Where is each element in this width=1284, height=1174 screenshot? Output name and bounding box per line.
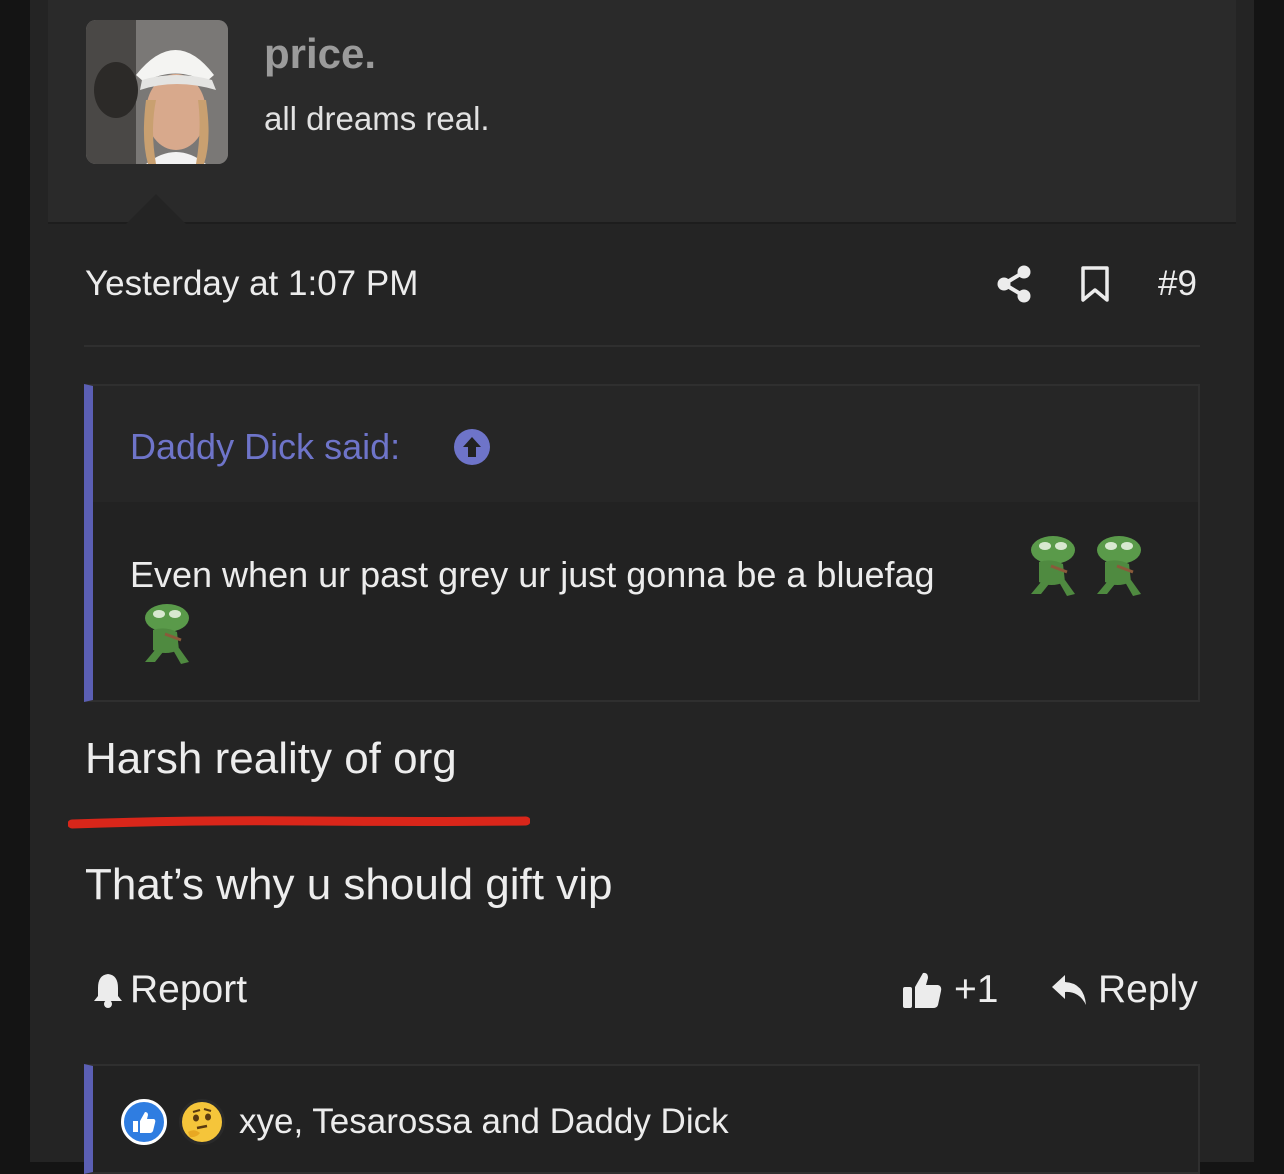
red-underline-annotation	[68, 816, 530, 829]
bookmark-icon[interactable]	[1078, 264, 1112, 304]
like-button[interactable]: +1	[902, 968, 998, 1012]
crying-frog-emoji	[1087, 532, 1147, 598]
post-body-line: Harsh reality of org	[85, 734, 457, 783]
report-label: Report	[130, 968, 248, 1011]
reactions-users[interactable]: xye, Tesarossa and Daddy Dick	[239, 1102, 729, 1142]
reply-button[interactable]: Reply	[1050, 968, 1198, 1012]
like-reaction-icon	[121, 1099, 167, 1145]
divider	[84, 345, 1200, 347]
bell-icon	[92, 972, 124, 1008]
quote-author[interactable]: Daddy Dick said:	[130, 426, 400, 468]
avatar[interactable]	[86, 20, 228, 164]
crying-frog-emoji	[1021, 532, 1081, 598]
post-body-line: That’s why u should gift vip	[85, 860, 613, 909]
author-username[interactable]: price.	[264, 30, 376, 78]
quote-header: Daddy Dick said:	[93, 386, 1198, 502]
share-icon[interactable]	[994, 264, 1034, 304]
report-button[interactable]: Report	[92, 968, 247, 1012]
crying-frog-emoji	[135, 600, 195, 666]
thinking-reaction-icon	[179, 1099, 225, 1145]
reactions-bar[interactable]: xye, Tesarossa and Daddy Dick	[84, 1064, 1200, 1174]
quote-text: Even when ur past grey ur just gonna be …	[130, 554, 935, 595]
quote-block: Daddy Dick said: Even when ur past grey …	[84, 384, 1200, 702]
post-number-link[interactable]: #9	[1158, 264, 1197, 304]
author-card: price. all dreams real.	[48, 0, 1236, 224]
reply-label: Reply	[1098, 968, 1198, 1011]
jump-to-quote-icon[interactable]	[453, 428, 491, 466]
like-count: +1	[954, 968, 999, 1011]
author-title: all dreams real.	[264, 100, 490, 137]
thumbs-up-icon	[902, 970, 942, 1010]
post-date[interactable]: Yesterday at 1:07 PM	[85, 264, 418, 304]
reply-arrow-icon	[1050, 973, 1088, 1007]
